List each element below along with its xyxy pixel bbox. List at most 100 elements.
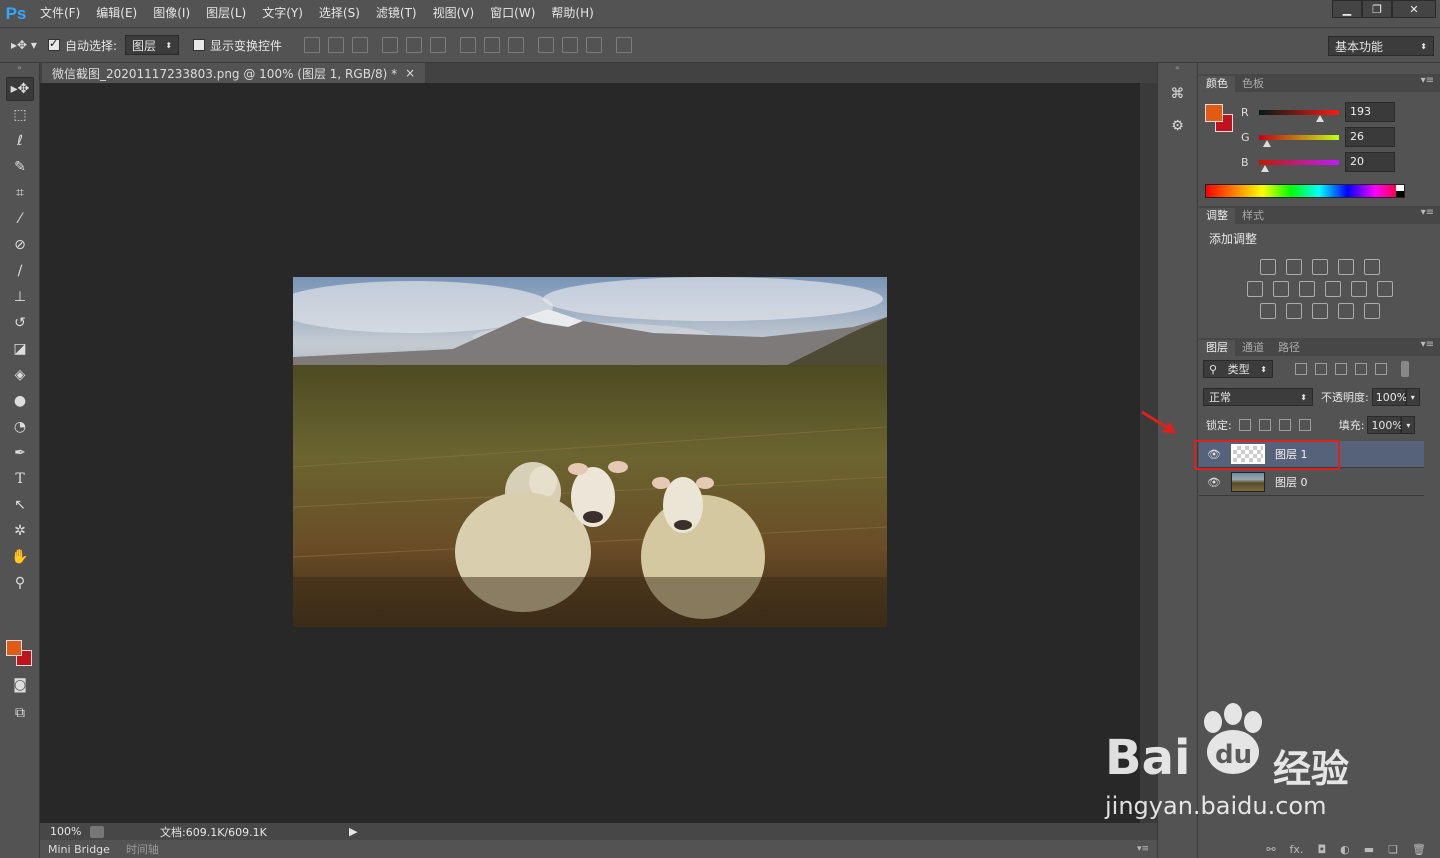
red-channel-input[interactable]: 193 <box>1345 102 1395 122</box>
screen-mode-button[interactable]: ⧉ <box>6 701 34 725</box>
show-transform-checkbox[interactable] <box>193 39 206 51</box>
shape-tool[interactable]: ✲ <box>6 519 34 543</box>
blue-channel-input[interactable]: 20 <box>1345 152 1395 172</box>
eyedropper-tool[interactable]: ⁄ <box>6 207 34 231</box>
color-lookup-icon[interactable] <box>1376 281 1393 297</box>
menu-filter[interactable]: 滤镜(T) <box>368 0 425 27</box>
filter-toggle-switch[interactable] <box>1401 361 1409 377</box>
lock-all-icon[interactable] <box>1298 419 1311 431</box>
distribute-vcenter-icon[interactable] <box>484 37 501 53</box>
align-hcenter-icon[interactable] <box>406 37 423 53</box>
photo-filter-icon[interactable] <box>1324 281 1341 297</box>
tab-mini-bridge[interactable]: Mini Bridge <box>40 843 118 856</box>
workspace-select[interactable]: 基本功能 ⬍ <box>1328 36 1434 56</box>
menu-layer[interactable]: 图层(L) <box>198 0 254 27</box>
mask-icon[interactable]: ◘ <box>1317 843 1326 856</box>
move-tool[interactable]: ▸✥ <box>6 77 34 101</box>
green-slider-thumb[interactable] <box>1263 139 1271 147</box>
adjustment-icon[interactable]: ◐ <box>1340 843 1350 856</box>
quick-mask-button[interactable]: ◙ <box>6 673 34 697</box>
vibrance-icon[interactable] <box>1363 259 1380 275</box>
distribute-top-icon[interactable] <box>460 37 477 53</box>
red-slider-thumb[interactable] <box>1315 114 1324 122</box>
bucket-tool[interactable]: ◈ <box>6 363 34 387</box>
distribute-bottom-icon[interactable] <box>508 37 525 53</box>
auto-select-target-select[interactable]: 图层 ⬍ <box>125 35 180 55</box>
document-tab[interactable]: 微信截图_20201117233803.png @ 100% (图层 1, RG… <box>42 63 426 83</box>
black-white-icon[interactable] <box>1298 281 1315 297</box>
tab-styles[interactable]: 样式 <box>1235 208 1271 224</box>
tab-swatches[interactable]: 色板 <box>1235 76 1271 92</box>
distribute-left-icon[interactable] <box>538 37 555 53</box>
gradient-map-icon[interactable] <box>1363 303 1380 319</box>
eraser-tool[interactable]: ◪ <box>6 337 34 361</box>
fill-dropdown-button[interactable]: ▾ <box>1401 416 1416 434</box>
lasso-tool[interactable]: ℓ <box>6 129 34 153</box>
red-channel-slider[interactable] <box>1259 109 1339 122</box>
trash-icon[interactable]: 🗑 <box>1412 843 1426 856</box>
tab-timeline[interactable]: 时间轴 <box>118 841 167 857</box>
menu-help[interactable]: 帮助(H) <box>543 0 601 27</box>
panel-menu-icon[interactable]: ▾≡ <box>1421 75 1434 86</box>
tab-adjustments[interactable]: 调整 <box>1199 208 1235 224</box>
brightness-contrast-icon[interactable] <box>1259 259 1276 275</box>
menu-edit[interactable]: 编辑(E) <box>88 0 145 27</box>
green-channel-input[interactable]: 26 <box>1345 127 1395 147</box>
filter-pixel-icon[interactable] <box>1295 363 1307 375</box>
lock-position-icon[interactable] <box>1278 419 1291 431</box>
color-spectrum-ramp[interactable] <box>1205 184 1405 198</box>
zoom-tool[interactable]: ⚲ <box>6 571 34 595</box>
collapse-dock-icon[interactable]: « <box>1158 63 1197 75</box>
menu-file[interactable]: 文件(F) <box>32 0 88 27</box>
filter-smart-object-icon[interactable] <box>1375 363 1387 375</box>
menu-window[interactable]: 窗口(W) <box>482 0 543 27</box>
restore-button[interactable]: ❐ <box>1362 0 1392 18</box>
stamp-tool[interactable]: ⊥ <box>6 285 34 309</box>
layers-scrollbar[interactable] <box>1424 438 1438 838</box>
selective-color-icon[interactable] <box>1337 303 1354 319</box>
curves-icon[interactable] <box>1311 259 1328 275</box>
healing-tool[interactable]: ⊘ <box>6 233 34 257</box>
lock-image-icon[interactable] <box>1258 419 1271 431</box>
panel-menu-icon[interactable]: ▾≡ <box>1421 207 1434 218</box>
quick-select-tool[interactable]: ✎ <box>6 155 34 179</box>
visibility-eye-icon[interactable]: 👁 <box>1199 476 1229 489</box>
tab-paths[interactable]: 路径 <box>1271 340 1307 356</box>
blue-slider-thumb[interactable] <box>1261 164 1270 172</box>
panel-grip-icon[interactable]: » <box>0 63 39 75</box>
layer-row-0[interactable]: 👁 图层 0 <box>1199 469 1424 496</box>
tab-layers[interactable]: 图层 <box>1199 340 1235 356</box>
filter-shape-icon[interactable] <box>1355 363 1367 375</box>
align-bottom-icon[interactable] <box>352 37 369 53</box>
threshold-icon[interactable] <box>1311 303 1328 319</box>
menu-image[interactable]: 图像(I) <box>145 0 198 27</box>
history-panel-button[interactable]: ⌘ <box>1164 81 1192 107</box>
zoom-level[interactable]: 100% <box>40 825 90 838</box>
menu-select[interactable]: 选择(S) <box>311 0 368 27</box>
lock-transparent-icon[interactable] <box>1238 419 1251 431</box>
blue-channel-slider[interactable] <box>1259 159 1339 172</box>
link-icon[interactable]: ⚯ <box>1266 843 1275 856</box>
menu-view[interactable]: 视图(V) <box>425 0 483 27</box>
type-tool[interactable]: T <box>6 467 34 491</box>
opacity-input[interactable]: 100% <box>1371 388 1407 406</box>
hand-tool[interactable]: ✋ <box>6 545 34 569</box>
layer-filter-kind-select[interactable]: ⚲ 类型 ⬍ <box>1203 360 1273 378</box>
distribute-hcenter-icon[interactable] <box>562 37 579 53</box>
minimize-button[interactable]: ▁ <box>1332 0 1362 18</box>
properties-panel-button[interactable]: ⚙ <box>1164 113 1192 139</box>
opacity-dropdown-button[interactable]: ▾ <box>1405 388 1420 406</box>
auto-align-icon[interactable] <box>616 37 633 53</box>
auto-select-checkbox[interactable] <box>48 37 60 51</box>
align-top-icon[interactable] <box>304 37 321 53</box>
align-vcenter-icon[interactable] <box>328 37 345 53</box>
fill-input[interactable]: 100% <box>1367 416 1403 434</box>
pen-tool[interactable]: ✒ <box>6 441 34 465</box>
close-button[interactable]: ✕ <box>1392 0 1436 18</box>
panel-menu-icon[interactable]: ▾≡ <box>1421 339 1434 350</box>
tab-channels[interactable]: 通道 <box>1235 340 1271 356</box>
tool-preset-picker[interactable]: ▸✥ ▾ <box>0 27 48 63</box>
path-select-tool[interactable]: ↖ <box>6 493 34 517</box>
document-image[interactable] <box>293 277 887 627</box>
close-tab-icon[interactable]: × <box>405 66 415 80</box>
